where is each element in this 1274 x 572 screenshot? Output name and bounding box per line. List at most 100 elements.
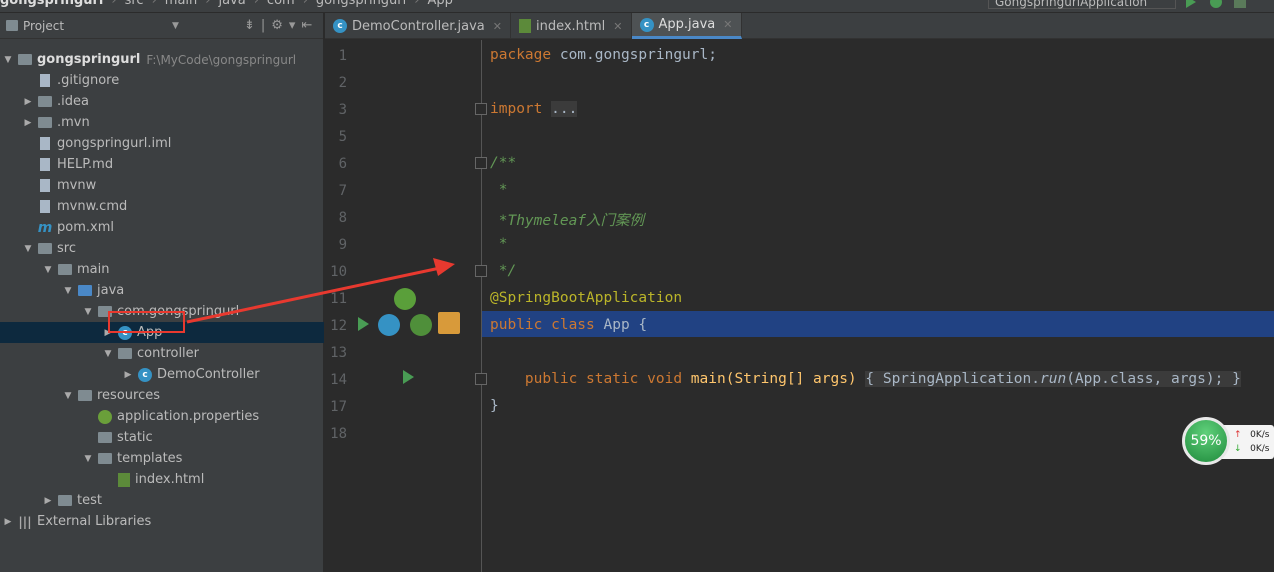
expanded-arrow-icon[interactable]: ▼ (82, 454, 94, 464)
tree-item[interactable]: ▼ controller (0, 343, 324, 364)
folder-icon (98, 453, 112, 464)
spring-bean-icon[interactable] (378, 314, 400, 336)
run-icon[interactable] (1186, 0, 1196, 8)
tree-item[interactable]: ▶ .mvn (0, 112, 324, 133)
tree-item[interactable]: index.html (0, 469, 324, 490)
debug-icon[interactable] (1210, 0, 1222, 8)
tree-item[interactable]: static (0, 427, 324, 448)
expanded-arrow-icon[interactable]: ▼ (42, 265, 54, 275)
line-number: 14 (330, 372, 347, 388)
tree-item[interactable]: ▼ main (0, 259, 324, 280)
tree-item[interactable]: ▼ java (0, 280, 324, 301)
tree-item[interactable]: ▶ .idea (0, 91, 324, 112)
breadcrumb-item[interactable]: com (267, 0, 295, 8)
folder-icon (38, 117, 52, 128)
upload-speed: 0K/s (1250, 430, 1270, 440)
tab-democontroller-java[interactable]: c DemoController.java ✕ (325, 13, 511, 39)
code-token: main(String[] args) (682, 371, 866, 387)
tree-item[interactable]: ▶ c DemoController (0, 364, 324, 385)
close-icon[interactable]: ✕ (723, 18, 732, 31)
view-dropdown-icon[interactable]: ▼ (172, 21, 179, 31)
collapsed-arrow-icon[interactable]: ▶ (122, 370, 134, 380)
tree-item[interactable]: mvnw.cmd (0, 196, 324, 217)
spring-config-icon[interactable] (438, 312, 460, 334)
collapsed-arrow-icon[interactable]: ▶ (22, 97, 34, 107)
tree-item-label: External Libraries (37, 514, 152, 529)
expanded-arrow-icon[interactable]: ▼ (22, 244, 34, 254)
code-token: { (638, 317, 648, 333)
close-icon[interactable]: ✕ (613, 20, 622, 33)
line-number: 10 (330, 264, 347, 280)
tree-item[interactable]: application.properties (0, 406, 324, 427)
fold-icon[interactable] (475, 103, 487, 115)
line-number: 17 (330, 399, 347, 415)
breadcrumb-item[interactable]: App (427, 0, 452, 8)
tree-item-label: gongspringurl.iml (57, 136, 172, 151)
tree-item[interactable]: HELP.md (0, 154, 324, 175)
expanded-arrow-icon[interactable]: ▼ (62, 391, 74, 401)
tree-item[interactable]: ▼ templates (0, 448, 324, 469)
tree-item-label: resources (97, 388, 161, 403)
cls-icon: c (138, 367, 152, 382)
spring-search-icon[interactable] (394, 288, 416, 310)
collapsed-arrow-icon[interactable]: ▶ (22, 118, 34, 128)
fold-icon[interactable] (475, 373, 487, 385)
tab-index-html[interactable]: index.html ✕ (511, 13, 632, 39)
tree-item-label: java (97, 283, 125, 298)
run-config-select[interactable]: GongspringurlApplication (988, 0, 1176, 9)
comment-line: */ (490, 263, 517, 279)
tab-app-java[interactable]: c App.java ✕ (631, 13, 742, 39)
tree-item[interactable]: gongspringurl.iml (0, 133, 324, 154)
tab-label: DemoController.java (352, 18, 485, 34)
tree-item[interactable]: ▼ src (0, 238, 324, 259)
fold-icon[interactable] (475, 157, 487, 169)
project-panel-title[interactable]: Project (23, 19, 64, 33)
code-token: (App. (1066, 371, 1110, 387)
project-path: F:\MyCode\gongspringurl (146, 52, 297, 67)
code-token: { SpringApplication. (865, 371, 1040, 387)
close-icon[interactable]: ✕ (493, 20, 502, 33)
tree-item-label: controller (137, 346, 200, 361)
file-icon (40, 158, 50, 171)
collapsed-arrow-icon[interactable]: ▶ (2, 517, 14, 527)
expanded-arrow-icon[interactable]: ▼ (62, 286, 74, 296)
spring-component-icon[interactable] (410, 314, 432, 336)
breadcrumb-item[interactable]: main (165, 0, 197, 8)
tree-item[interactable]: ▼ resources (0, 385, 324, 406)
collapsed-arrow-icon[interactable]: ▶ (42, 496, 54, 506)
tree-item[interactable]: .gitignore (0, 70, 324, 91)
code-token: import (490, 101, 543, 117)
download-speed: 0K/s (1250, 444, 1270, 454)
breadcrumb-item[interactable]: gongspringurl (316, 0, 406, 8)
folder-icon (58, 264, 72, 275)
breadcrumb-separator: › (205, 0, 211, 8)
expanded-arrow-icon[interactable]: ▼ (82, 307, 94, 317)
line-number: 12 (330, 318, 347, 334)
tree-item-label: main (77, 262, 110, 277)
tree-item[interactable]: mvnw (0, 175, 324, 196)
code-editor[interactable]: 1 2 3 5 6 7 8 9 10 11 12 13 14 17 18 package com.gongs… (325, 40, 1274, 572)
cls-icon: c (639, 17, 654, 32)
tree-item-label: HELP.md (57, 157, 114, 172)
coverage-icon[interactable] (1234, 0, 1246, 8)
project-panel-header: Project ▼ ⇟|⚙▾⇤ (0, 13, 323, 39)
network-monitor-widget[interactable]: 59% ↑ 0K/s ↓ 0K/s (1182, 417, 1274, 465)
editor-tabs: c DemoController.java ✕ index.html ✕ c App.jav… (325, 13, 1274, 39)
code-token: package (490, 47, 552, 63)
line-number: 3 (338, 102, 347, 118)
breadcrumb-item[interactable]: src (125, 0, 144, 8)
run-class-icon[interactable] (358, 317, 369, 331)
tree-item[interactable]: ▶ ||| External Libraries (0, 511, 324, 532)
breadcrumb-item[interactable]: java (218, 0, 245, 8)
breadcrumb-item[interactable]: gongspringurl (0, 0, 103, 8)
tree-item[interactable]: ▼ gongspringurl F:\MyCode\gongspringurl (0, 49, 324, 70)
expanded-arrow-icon[interactable]: ▼ (102, 349, 114, 359)
tree-item[interactable]: ▶ test (0, 490, 324, 511)
panel-tools[interactable]: ⇟|⚙▾⇤ (244, 18, 318, 33)
run-main-icon[interactable] (403, 370, 414, 384)
expanded-arrow-icon[interactable]: ▼ (2, 55, 14, 65)
tree-item[interactable]: m pom.xml (0, 217, 324, 238)
fold-icon[interactable] (475, 265, 487, 277)
folded-imports[interactable]: ... (551, 101, 578, 117)
tree-item-label: DemoController (157, 367, 260, 382)
